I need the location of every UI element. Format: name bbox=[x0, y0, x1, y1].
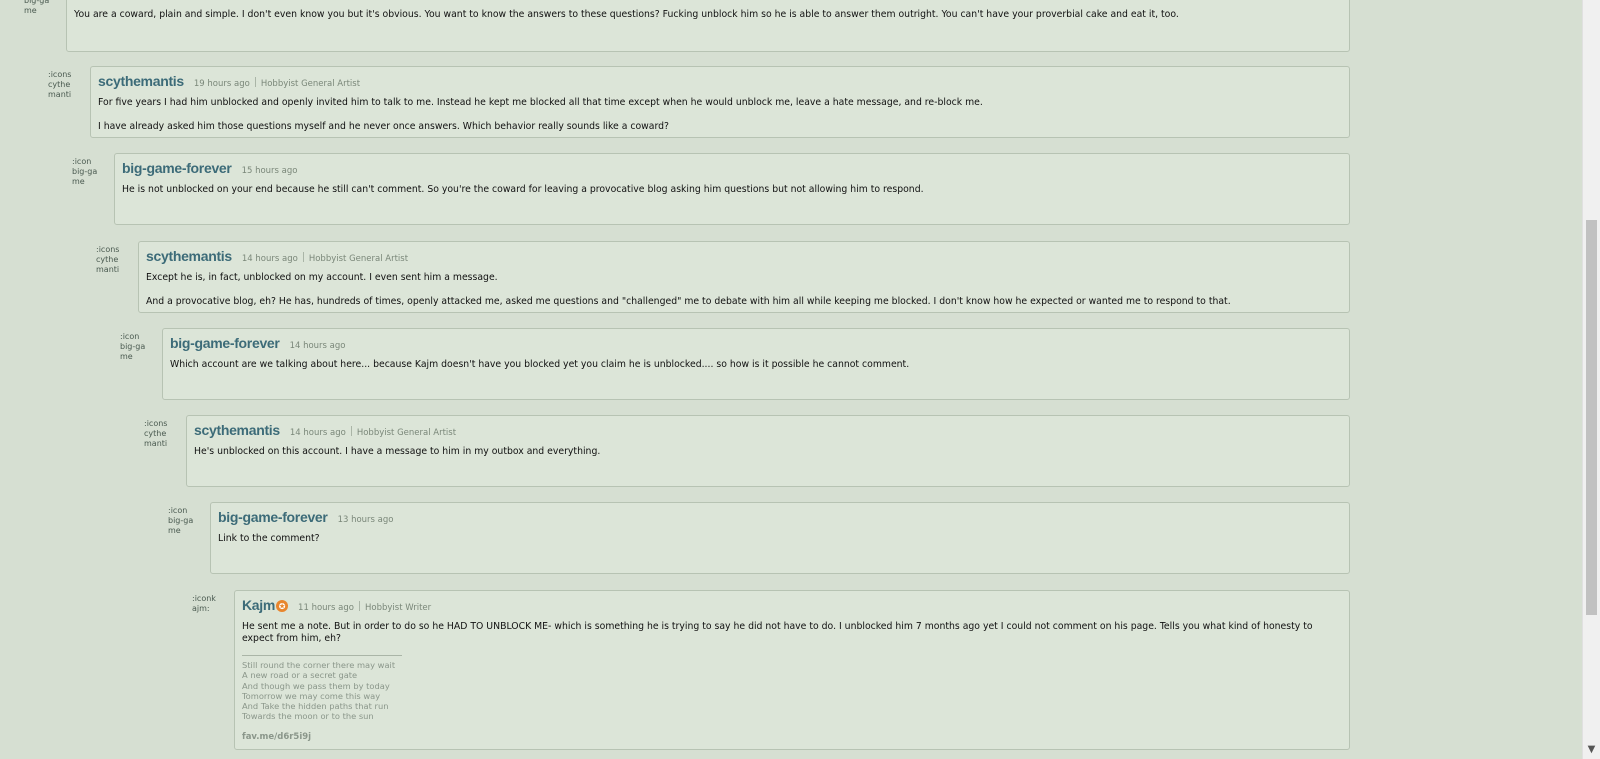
avatar[interactable]: :icon big-game bbox=[24, 0, 50, 16]
username-link[interactable]: Kajm bbox=[242, 597, 275, 613]
signature-link[interactable]: fav.me/d6r5i9j bbox=[242, 732, 1342, 742]
user-role: Hobbyist General Artist bbox=[308, 254, 409, 264]
comment-paragraph: He sent me a note. But in order to do so… bbox=[242, 621, 1313, 644]
user-role: Hobbyist Writer bbox=[364, 603, 432, 613]
comment-box: scythemantis 19 hours ago Hobbyist Gener… bbox=[90, 66, 1350, 138]
signature-line: And though we pass them by today bbox=[242, 680, 390, 691]
signature-divider bbox=[242, 655, 402, 656]
timestamp-link[interactable]: 11 hours ago bbox=[298, 603, 354, 613]
timestamp-link[interactable]: 14 hours ago bbox=[290, 428, 346, 438]
signature-line: Still round the corner there may wait bbox=[242, 660, 396, 670]
scroll-down-arrow-icon[interactable]: ▼ bbox=[1583, 745, 1600, 755]
signature-line: And Take the hidden paths that run bbox=[242, 701, 389, 712]
comment-body: You are a coward, plain and simple. I do… bbox=[74, 9, 1342, 21]
signature-line: Tomorrow we may come this way bbox=[242, 690, 381, 701]
comment-paragraph: Except he is, in fact, unblocked on my a… bbox=[146, 272, 498, 283]
avatar[interactable]: :icon big-game bbox=[120, 332, 146, 362]
comment-body: Except he is, in fact, unblocked on my a… bbox=[146, 272, 1342, 308]
username-link[interactable]: big-game-forever bbox=[122, 160, 232, 176]
timestamp-link[interactable]: 19 hours ago bbox=[194, 79, 250, 89]
signature-line: A new road or a secret gate bbox=[242, 670, 358, 681]
avatar[interactable]: :iconk ajm: bbox=[192, 594, 218, 614]
comments-viewport: :icon big-game big-game-forever You are … bbox=[0, 0, 1582, 759]
comment-box: big-game-forever 13 hours ago Link to th… bbox=[210, 502, 1350, 574]
username-link[interactable]: big-game-forever bbox=[170, 335, 280, 351]
comment-box: big-game-forever 14 hours ago Which acco… bbox=[162, 328, 1350, 400]
divider bbox=[350, 426, 352, 436]
avatar[interactable]: :icons cythe manti bbox=[48, 70, 74, 100]
divider bbox=[254, 77, 256, 87]
comment-box: big-game-forever 15 hours ago He is not … bbox=[114, 153, 1350, 225]
comment: :icons cythe manti scythemantis 14 hours… bbox=[96, 241, 1350, 313]
comment-header: scythemantis 14 hours ago Hobbyist Gener… bbox=[194, 422, 1342, 440]
comment: :icons cythe manti scythemantis 14 hours… bbox=[144, 415, 1350, 487]
comment-header: Kajm ✪ 11 hours ago Hobbyist Writer bbox=[242, 597, 1342, 615]
comment: :icon big-game big-game-forever 13 hours… bbox=[168, 502, 1350, 574]
avatar[interactable]: :icons cythe manti bbox=[96, 245, 122, 275]
avatar[interactable]: :icon big-game bbox=[72, 157, 98, 187]
signature-line: Towards the moon or to the sun bbox=[242, 711, 374, 722]
comment-box: Kajm ✪ 11 hours ago Hobbyist Writer He s… bbox=[234, 590, 1350, 750]
comment-header: big-game-forever 13 hours ago bbox=[218, 509, 1342, 527]
comment-body: Link to the comment? bbox=[218, 533, 1342, 545]
comment-body: For five years I had him unblocked and o… bbox=[98, 97, 1342, 133]
username-link[interactable]: scythemantis bbox=[98, 73, 184, 89]
scrollbar-thumb[interactable] bbox=[1586, 220, 1597, 615]
avatar[interactable]: :icons cythe manti bbox=[144, 419, 170, 449]
username-link[interactable]: big-game-forever bbox=[218, 509, 328, 525]
comment-paragraph: For five years I had him unblocked and o… bbox=[98, 97, 983, 108]
comment: :iconk ajm: Kajm ✪ 11 hours ago Hobbyist… bbox=[192, 590, 1350, 750]
comment-body: He sent me a note. But in order to do so… bbox=[242, 621, 1342, 645]
badge-star-icon: ✪ bbox=[276, 600, 289, 612]
comment-paragraph: And a provocative blog, eh? He has, hund… bbox=[146, 296, 1231, 307]
comment: :icon big-game big-game-forever 15 hours… bbox=[72, 153, 1350, 225]
username-link[interactable]: scythemantis bbox=[194, 422, 280, 438]
timestamp-link[interactable]: 13 hours ago bbox=[338, 515, 394, 525]
comment-paragraph: He is not unblocked on your end because … bbox=[122, 184, 924, 195]
comment: :icon big-game big-game-forever 14 hours… bbox=[120, 328, 1350, 400]
comment-paragraph: Which account are we talking about here.… bbox=[170, 359, 910, 370]
timestamp-link[interactable]: 14 hours ago bbox=[242, 254, 298, 264]
username-link[interactable]: scythemantis bbox=[146, 248, 232, 264]
vertical-scrollbar[interactable]: ▼ bbox=[1582, 0, 1600, 759]
divider bbox=[302, 252, 304, 262]
comment-paragraph: I have already asked him those questions… bbox=[98, 121, 669, 132]
comment-paragraph: You are a coward, plain and simple. I do… bbox=[74, 9, 1179, 20]
comment-header: big-game-forever bbox=[74, 0, 1342, 3]
comment-box: scythemantis 14 hours ago Hobbyist Gener… bbox=[138, 241, 1350, 313]
comment-paragraph: Link to the comment? bbox=[218, 533, 320, 544]
comment-paragraph: He's unblocked on this account. I have a… bbox=[194, 446, 601, 457]
user-role: Hobbyist General Artist bbox=[356, 428, 457, 438]
avatar[interactable]: :icon big-game bbox=[168, 506, 194, 536]
divider bbox=[358, 601, 360, 611]
timestamp-link[interactable]: 14 hours ago bbox=[290, 341, 346, 351]
comment-body: He's unblocked on this account. I have a… bbox=[194, 446, 1342, 458]
user-role: Hobbyist General Artist bbox=[260, 79, 361, 89]
comment-box: big-game-forever You are a coward, plain… bbox=[66, 0, 1350, 52]
comment-header: big-game-forever 15 hours ago bbox=[122, 160, 1342, 178]
comment-header: big-game-forever 14 hours ago bbox=[170, 335, 1342, 353]
signature: Still round the corner there may wait A … bbox=[242, 660, 1342, 722]
comment-header: scythemantis 14 hours ago Hobbyist Gener… bbox=[146, 248, 1342, 266]
comment-box: scythemantis 14 hours ago Hobbyist Gener… bbox=[186, 415, 1350, 487]
comment: :icons cythe manti scythemantis 19 hours… bbox=[48, 66, 1350, 138]
comment-body: He is not unblocked on your end because … bbox=[122, 184, 1342, 196]
comment-header: scythemantis 19 hours ago Hobbyist Gener… bbox=[98, 73, 1342, 91]
comment-body: Which account are we talking about here.… bbox=[170, 359, 1342, 371]
comment: :icon big-game big-game-forever You are … bbox=[24, 0, 1350, 52]
timestamp-link[interactable]: 15 hours ago bbox=[242, 166, 298, 176]
